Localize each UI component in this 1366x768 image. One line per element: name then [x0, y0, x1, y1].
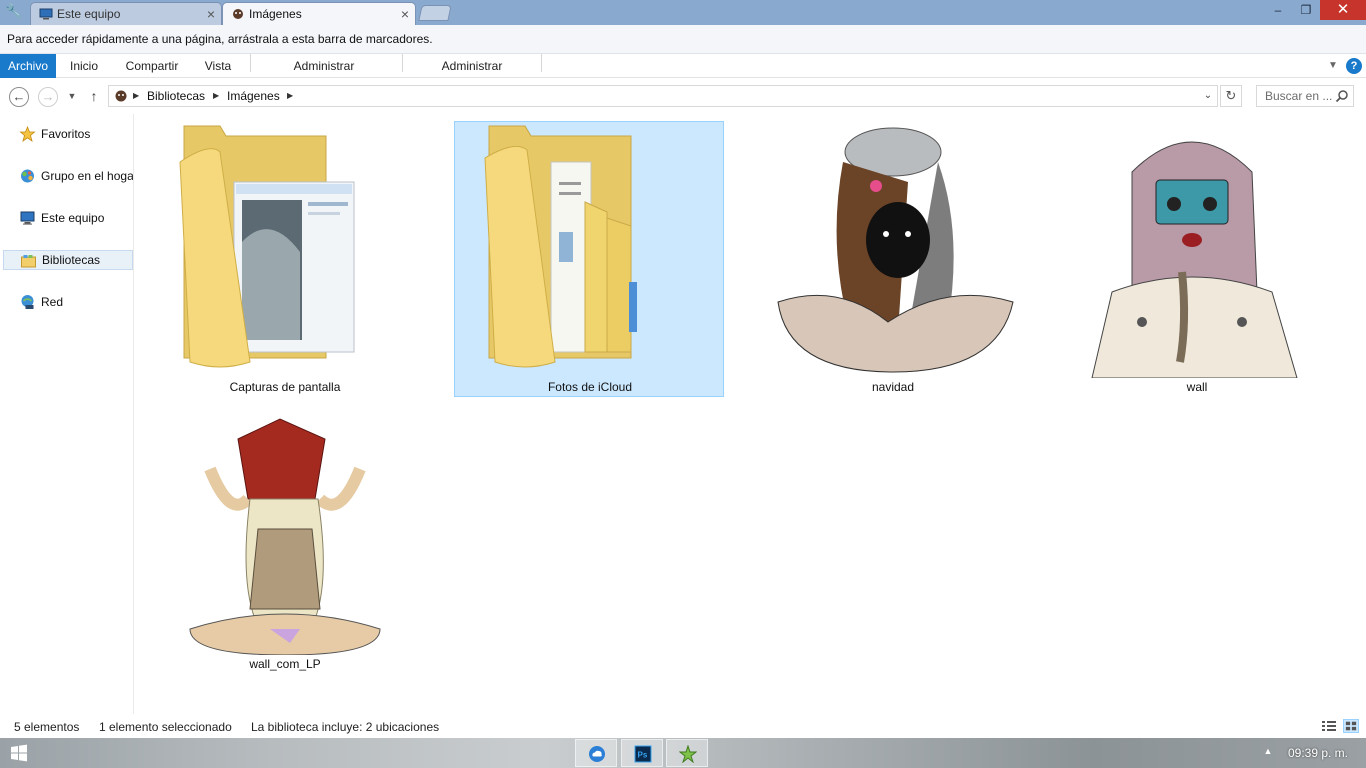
library-info: La biblioteca incluye: 2 ubicaciones	[251, 720, 440, 734]
close-icon[interactable]: ×	[207, 3, 215, 25]
breadcrumb-bibliotecas[interactable]: Bibliotecas	[147, 86, 205, 106]
file-item-label: Fotos de iCloud	[547, 380, 633, 394]
chevron-right-icon[interactable]: ▶	[133, 86, 139, 106]
file-item-navidad[interactable]: navidad	[758, 122, 1028, 398]
restore-icon[interactable]: ❐	[1292, 0, 1320, 20]
clock[interactable]: 09:39 p. m.	[1284, 738, 1352, 768]
ribbon-divider	[541, 54, 542, 72]
tab-vista[interactable]: Vista	[196, 54, 240, 78]
details-view-icon[interactable]	[1321, 719, 1337, 733]
nav-item-grupo-hogar[interactable]: Grupo en el hoga	[3, 166, 133, 186]
nav-item-red[interactable]: Red	[3, 292, 133, 312]
breadcrumb-imagenes[interactable]: Imágenes	[227, 86, 280, 106]
folder-icon	[179, 125, 355, 368]
address-row: ← → ▼ ↑ ▶ Bibliotecas ▶ Imágenes ▶ ⌄ ↻	[0, 78, 1366, 114]
wrench-icon[interactable]: 🔧	[4, 3, 24, 21]
image-thumbnail	[189, 418, 381, 655]
libraries-icon	[21, 255, 36, 268]
back-button[interactable]: ←	[9, 87, 29, 107]
file-item-wall[interactable]: wall	[1062, 122, 1332, 398]
nav-item-label: Grupo en el hoga	[41, 169, 133, 183]
search-icon[interactable]	[1335, 89, 1349, 103]
search-input[interactable]	[1257, 86, 1335, 106]
help-icon[interactable]: ?	[1346, 58, 1362, 74]
file-item-label: Capturas de pantalla	[229, 380, 341, 394]
icloud-icon	[589, 746, 605, 762]
ribbon: Archivo Inicio Compartir Vista Administr…	[0, 54, 1366, 78]
expand-ribbon-icon[interactable]: ▼	[1326, 57, 1340, 75]
pictures-library-icon	[115, 90, 127, 102]
file-item-label: navidad	[871, 380, 915, 394]
tab-label: Imágenes	[249, 7, 302, 21]
tab-label: Este equipo	[57, 7, 121, 21]
photoshop-label: Ps	[638, 751, 648, 760]
taskbar-photoshop[interactable]: Ps	[621, 739, 663, 767]
bookmarks-bar: Para acceder rápidamente a una página, a…	[0, 25, 1366, 54]
tab-administrar-1[interactable]: Administrar	[256, 54, 392, 78]
nav-item-bibliotecas[interactable]: Bibliotecas	[3, 250, 133, 270]
selection-count: 1 elemento seleccionado	[99, 720, 232, 734]
refresh-button[interactable]: ↻	[1220, 85, 1242, 107]
network-icon	[21, 295, 34, 309]
show-hidden-icons-icon[interactable]: ▲	[1262, 746, 1274, 758]
windows-start-icon[interactable]	[10, 744, 28, 762]
computer-icon	[39, 8, 53, 20]
homegroup-icon	[21, 169, 34, 183]
ribbon-controls: ▼ ?	[1326, 57, 1362, 75]
tab-imagenes[interactable]: Imágenes ×	[222, 2, 416, 25]
photoshop-icon: Ps	[634, 745, 652, 763]
nav-item-label: Bibliotecas	[42, 253, 101, 267]
new-tab-button[interactable]	[418, 5, 452, 21]
chevron-right-icon[interactable]: ▶	[287, 86, 293, 106]
taskbar: Ps ▲ 09:39 p. m.	[0, 738, 1366, 768]
address-bar[interactable]: ▶ Bibliotecas ▶ Imágenes ▶ ⌄	[108, 85, 1218, 107]
image-thumbnail	[1091, 141, 1298, 378]
window-controls: – ❐ ✕	[1264, 0, 1366, 20]
item-count: 5 elementos	[14, 720, 80, 734]
file-item-label: wall	[1186, 380, 1208, 394]
search-box	[1256, 85, 1354, 107]
tab-este-equipo[interactable]: Este equipo ×	[30, 2, 222, 25]
forward-button[interactable]: →	[38, 87, 58, 107]
browser-tab-strip: 🔧 Este equipo × Imágenes × – ❐ ✕	[0, 0, 1366, 25]
ribbon-divider	[250, 54, 251, 72]
tab-archivo[interactable]: Archivo	[0, 54, 56, 78]
chevron-down-icon[interactable]: ⌄	[1201, 86, 1215, 106]
pictures-library-icon	[233, 9, 243, 19]
nav-item-este-equipo[interactable]: Este equipo	[3, 208, 133, 228]
file-view: Capturas de pantalla Fotos de iCloud nav…	[135, 114, 1366, 714]
nav-item-label: Favoritos	[41, 127, 91, 141]
tab-compartir[interactable]: Compartir	[118, 54, 186, 78]
minimize-icon[interactable]: –	[1264, 0, 1292, 20]
up-icon[interactable]: ↑	[86, 87, 102, 105]
large-icons-view-icon[interactable]	[1343, 719, 1359, 733]
tab-inicio[interactable]: Inicio	[60, 54, 108, 78]
status-bar: 5 elementos 1 elemento seleccionado La b…	[0, 714, 1366, 738]
navigation-pane: Favoritos Grupo en el hoga Este equipo B…	[0, 114, 134, 714]
taskbar-icloud[interactable]	[575, 739, 617, 767]
chevron-right-icon[interactable]: ▶	[213, 86, 219, 106]
close-window-button[interactable]: ✕	[1320, 0, 1366, 20]
ribbon-divider	[402, 54, 403, 72]
taskbar-app[interactable]	[666, 739, 708, 767]
nav-item-label: Red	[41, 295, 64, 309]
close-icon[interactable]: ×	[401, 3, 409, 25]
file-item-label: wall_com_LP	[249, 657, 321, 671]
recent-locations-icon[interactable]: ▼	[66, 89, 78, 103]
file-item-capturas[interactable]: Capturas de pantalla	[150, 122, 420, 398]
tab-administrar-2[interactable]: Administrar	[404, 54, 540, 78]
nav-item-label: Este equipo	[41, 211, 105, 225]
file-item-wall-com-lp[interactable]: wall_com_LP	[150, 399, 420, 675]
computer-icon	[20, 211, 35, 225]
star-icon	[19, 126, 36, 142]
image-thumbnail	[777, 127, 1014, 373]
app-icon	[679, 745, 697, 763]
file-item-fotos-icloud[interactable]: Fotos de iCloud	[454, 121, 724, 397]
nav-item-favoritos[interactable]: Favoritos	[3, 124, 133, 144]
folder-icon	[484, 125, 637, 368]
